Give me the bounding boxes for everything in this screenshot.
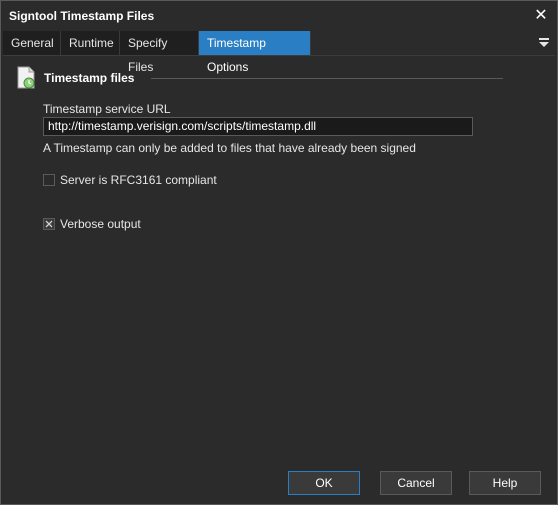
url-field-label: Timestamp service URL bbox=[43, 102, 171, 116]
verbose-output-checkbox-label: Verbose output bbox=[60, 217, 141, 231]
rfc3161-checkbox[interactable]: Server is RFC3161 compliant bbox=[43, 172, 217, 188]
rfc3161-checkbox-box[interactable] bbox=[43, 174, 55, 186]
tab-runtime[interactable]: Runtime bbox=[61, 31, 120, 55]
tab-menu-icon[interactable] bbox=[537, 35, 551, 49]
verbose-output-checkbox[interactable]: Verbose output bbox=[43, 216, 153, 232]
window-title: Signtool Timestamp Files bbox=[9, 9, 155, 23]
tab-timestamp-options[interactable]: Timestamp Options bbox=[199, 31, 311, 74]
verbose-output-checkbox-box[interactable] bbox=[43, 218, 55, 230]
timestamp-file-icon bbox=[17, 66, 35, 89]
close-icon: ✕ bbox=[534, 7, 548, 24]
cancel-button[interactable]: Cancel bbox=[380, 471, 452, 495]
tab-bar: General Runtime Specify Files Timestamp … bbox=[3, 31, 555, 74]
dialog-window: Signtool Timestamp Files ✕ General Runti… bbox=[0, 0, 558, 505]
tab-content: Timestamp files Timestamp service URL ht… bbox=[3, 56, 555, 461]
tab-specify-files[interactable]: Specify Files bbox=[120, 31, 199, 74]
tab-general[interactable]: General bbox=[3, 31, 61, 55]
close-button[interactable]: ✕ bbox=[531, 6, 551, 26]
tab-label: Runtime bbox=[69, 36, 114, 50]
help-button[interactable]: Help bbox=[469, 471, 541, 495]
check-mark-icon bbox=[45, 220, 53, 228]
signed-files-hint: A Timestamp can only be added to files t… bbox=[43, 141, 416, 155]
section-divider bbox=[151, 78, 503, 79]
title-bar: Signtool Timestamp Files ✕ bbox=[1, 1, 557, 31]
tab-label: General bbox=[11, 36, 54, 50]
ok-button[interactable]: OK bbox=[288, 471, 360, 495]
section-title: Timestamp files bbox=[44, 71, 135, 85]
timestamp-url-input[interactable]: http://timestamp.verisign.com/scripts/ti… bbox=[43, 117, 473, 136]
rfc3161-checkbox-label: Server is RFC3161 compliant bbox=[60, 173, 217, 187]
